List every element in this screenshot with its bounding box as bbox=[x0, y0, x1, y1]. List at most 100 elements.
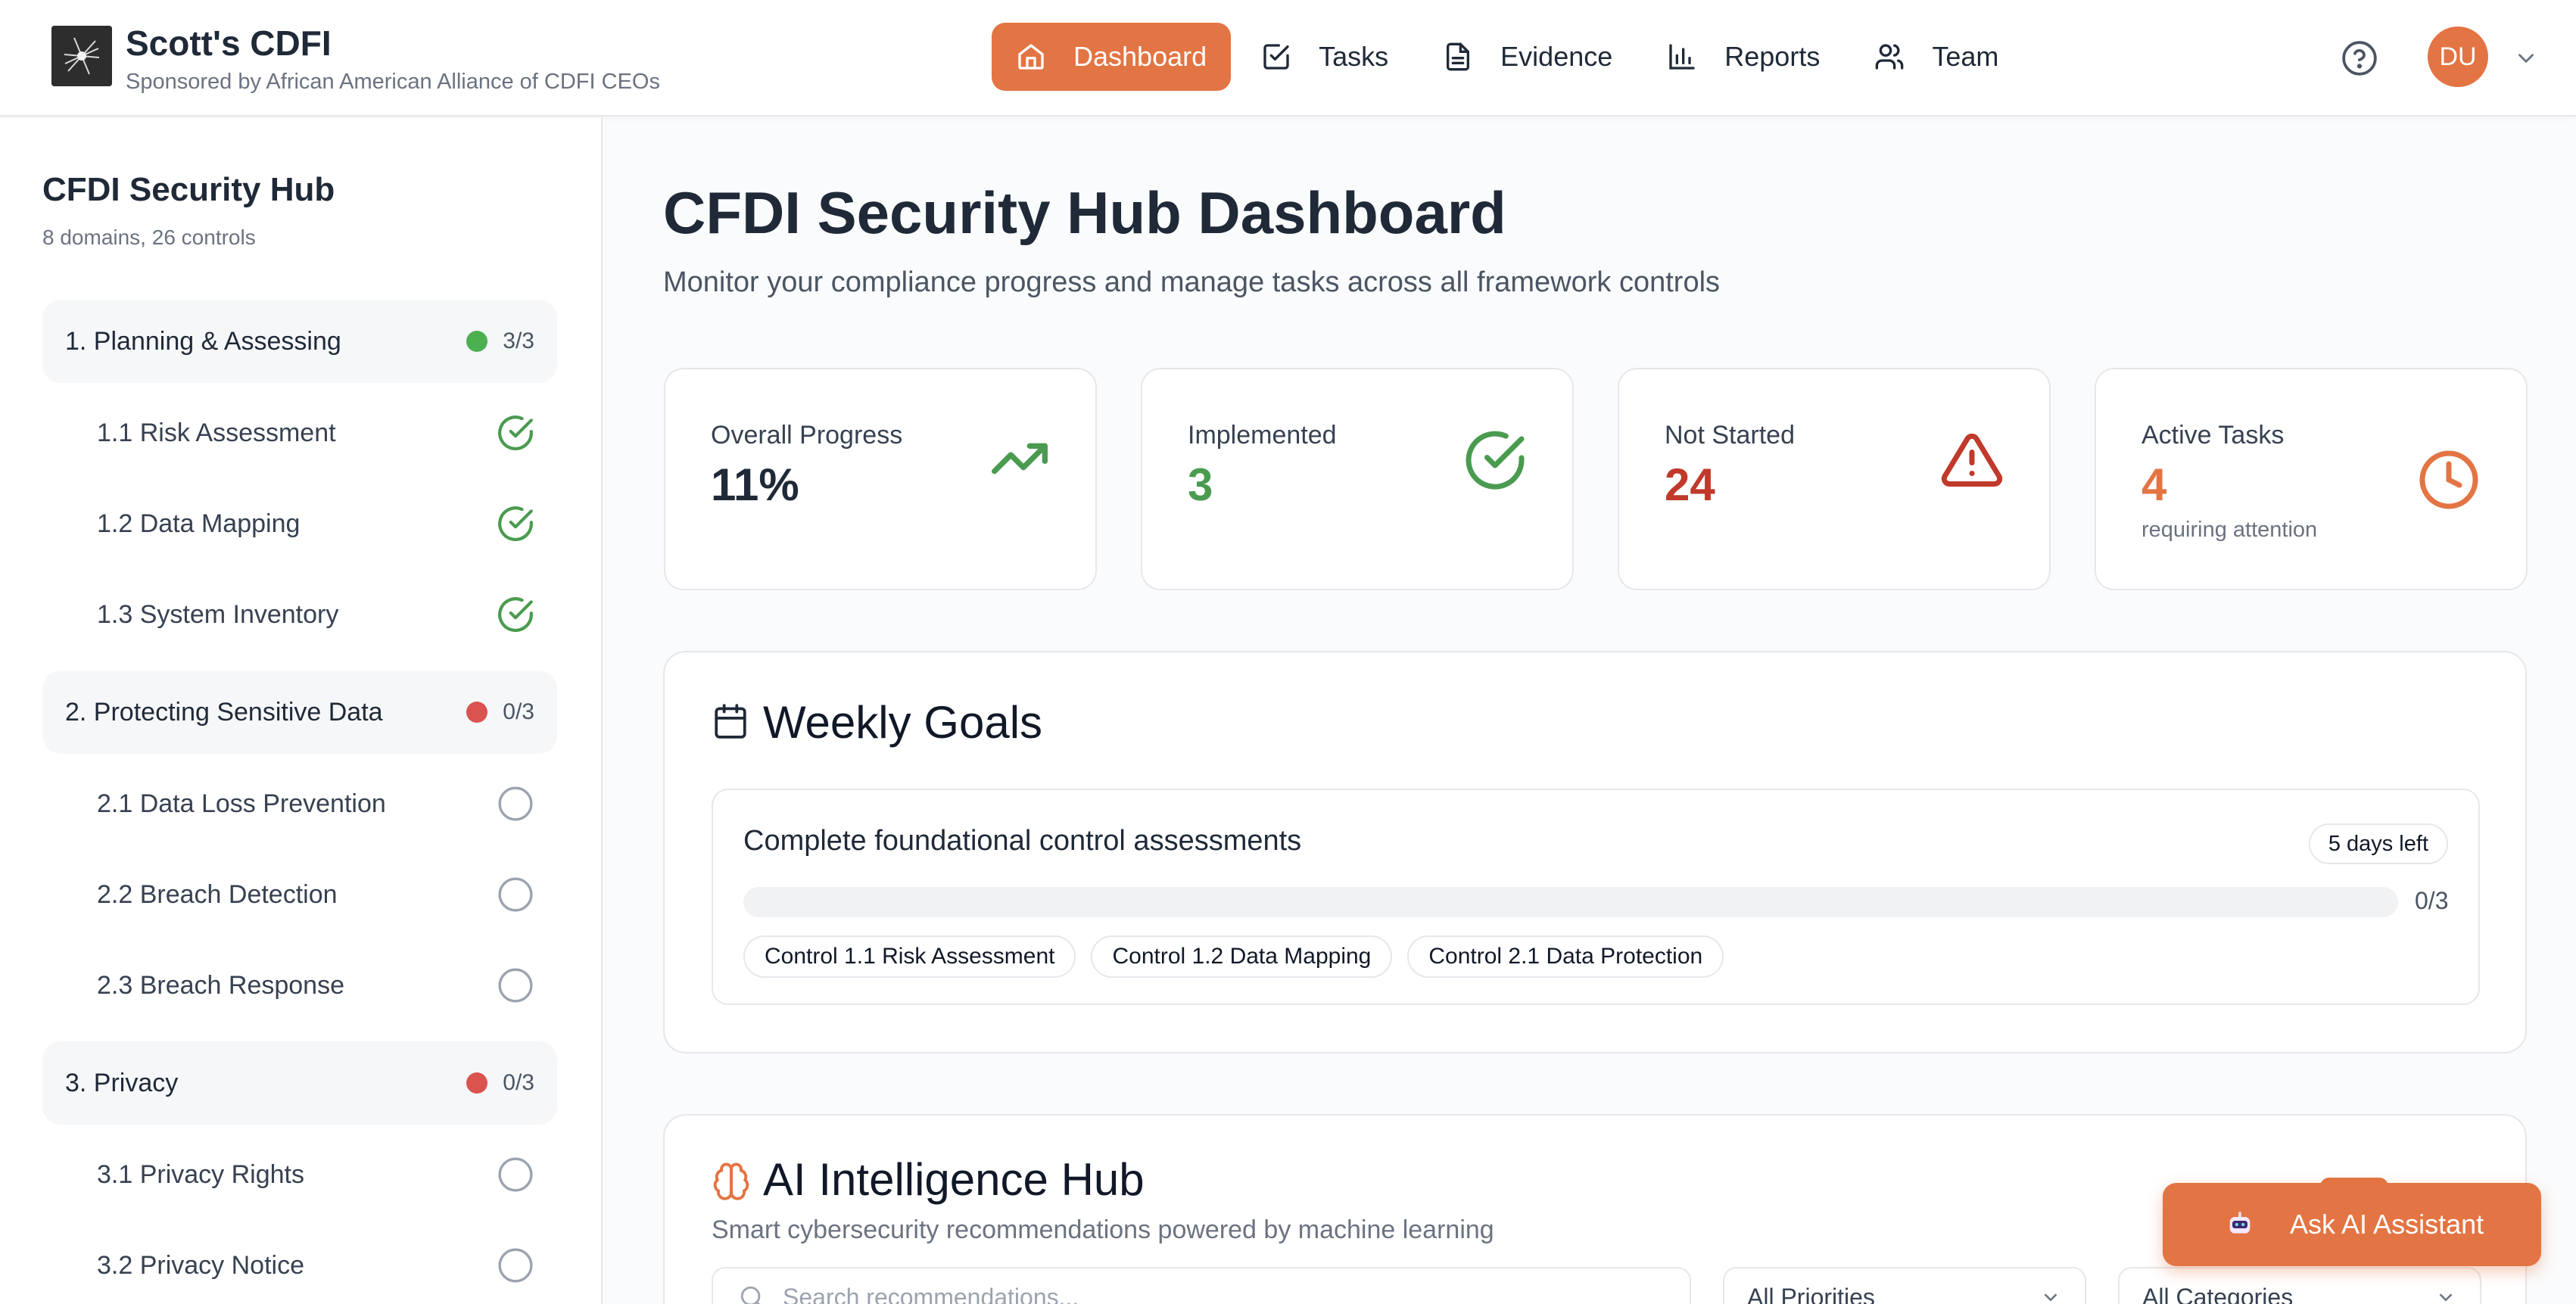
control-label: 1.3 System Inventory bbox=[97, 599, 339, 629]
control-tag[interactable]: Control 1.1 Risk Assessment bbox=[743, 935, 1076, 978]
priority-select[interactable]: All Priorities bbox=[1723, 1267, 2086, 1304]
status-dot bbox=[466, 331, 488, 352]
weekly-goals-card: Weekly Goals Complete foundational contr… bbox=[663, 651, 2527, 1053]
sidebar-control-breach-detection[interactable]: 2.2 Breach Detection bbox=[42, 864, 557, 925]
stat-card-overall-progress: Overall Progress 11% bbox=[664, 368, 1097, 590]
empty-circle-icon bbox=[498, 877, 533, 912]
nav-tasks-label: Tasks bbox=[1319, 41, 1389, 72]
sidebar-domain-privacy[interactable]: 3. Privacy 0/3 bbox=[42, 1041, 557, 1125]
brand-logo[interactable] bbox=[51, 26, 112, 86]
search-icon bbox=[740, 1286, 761, 1304]
goal-progress-bar bbox=[743, 887, 2398, 917]
domain-count: 0/3 bbox=[503, 1070, 534, 1095]
nav-tasks[interactable]: Tasks bbox=[1237, 23, 1413, 91]
stat-value: 4 bbox=[2141, 459, 2167, 510]
chevron-down-icon[interactable] bbox=[2513, 45, 2539, 71]
users-icon bbox=[1875, 44, 1904, 70]
ai-hub-title: AI Intelligence Hub bbox=[763, 1154, 1145, 1205]
control-label: 2.2 Breach Detection bbox=[97, 879, 338, 909]
stat-label: Active Tasks bbox=[2141, 421, 2285, 450]
ask-ai-assistant-label: Ask AI Assistant bbox=[2290, 1209, 2484, 1240]
stat-card-active-tasks: Active Tasks 4 requiring attention bbox=[2095, 368, 2528, 590]
nav-reports[interactable]: Reports bbox=[1643, 23, 1844, 91]
sidebar: CFDI Security Hub 8 domains, 26 controls… bbox=[0, 118, 603, 1304]
main-nav: Dashboard Tasks Evidence Reports Team bbox=[992, 23, 2029, 91]
page-subtitle: Monitor your compliance progress and man… bbox=[663, 266, 1721, 298]
control-tag[interactable]: Control 2.1 Data Protection bbox=[1407, 935, 1724, 978]
category-select-value: All Categories bbox=[2142, 1283, 2294, 1304]
check-circle-icon bbox=[498, 597, 533, 632]
control-label: 2.1 Data Loss Prevention bbox=[97, 789, 386, 818]
control-label: 2.3 Breach Response bbox=[97, 970, 344, 1000]
nav-dashboard[interactable]: Dashboard bbox=[992, 23, 1232, 91]
priority-select-value: All Priorities bbox=[1747, 1283, 1875, 1304]
check-circle-icon bbox=[1466, 431, 1525, 490]
sidebar-control-breach-response[interactable]: 2.3 Breach Response bbox=[42, 955, 557, 1016]
weekly-goals-title: Weekly Goals bbox=[763, 697, 1043, 748]
document-icon bbox=[1447, 42, 1470, 71]
trending-up-icon bbox=[992, 443, 1048, 475]
nav-evidence[interactable]: Evidence bbox=[1419, 23, 1637, 91]
stat-value: 24 bbox=[1665, 459, 1715, 510]
sidebar-control-data-mapping[interactable]: 1.2 Data Mapping bbox=[42, 493, 557, 554]
chevron-down-icon bbox=[2439, 1293, 2453, 1302]
nav-team-label: Team bbox=[1932, 41, 1999, 72]
control-label: 1.1 Risk Assessment bbox=[97, 418, 336, 447]
help-icon[interactable] bbox=[2341, 39, 2378, 77]
goal-title: Complete foundational control assessment… bbox=[743, 825, 1302, 857]
nav-evidence-label: Evidence bbox=[1500, 41, 1613, 72]
status-dot bbox=[466, 702, 488, 723]
days-left-badge: 5 days left bbox=[2308, 823, 2448, 864]
alert-triangle-icon bbox=[1941, 433, 2003, 487]
search-placeholder: Search recommendations... bbox=[783, 1283, 1079, 1304]
control-label: 1.2 Data Mapping bbox=[97, 509, 301, 538]
bar-chart-icon bbox=[1669, 44, 1695, 70]
control-label: 3.2 Privacy Notice bbox=[97, 1250, 304, 1280]
nav-dashboard-label: Dashboard bbox=[1073, 41, 1207, 72]
robot-icon bbox=[2229, 1212, 2250, 1234]
goal-tags: Control 1.1 Risk Assessment Control 1.2 … bbox=[743, 935, 1739, 978]
category-select[interactable]: All Categories bbox=[2118, 1267, 2481, 1304]
stat-value: 3 bbox=[1188, 459, 1213, 510]
stat-note: requiring attention bbox=[2141, 518, 2318, 542]
status-dot bbox=[466, 1072, 488, 1094]
domain-count: 0/3 bbox=[503, 699, 534, 724]
sidebar-control-data-loss-prevention[interactable]: 2.1 Data Loss Prevention bbox=[42, 773, 557, 834]
sidebar-domain-planning[interactable]: 1. Planning & Assessing 3/3 bbox=[42, 300, 557, 383]
brain-icon bbox=[713, 1162, 749, 1200]
control-tag[interactable]: Control 1.2 Data Mapping bbox=[1091, 935, 1393, 978]
user-avatar[interactable]: DU bbox=[2428, 26, 2488, 87]
check-circle-icon bbox=[498, 506, 533, 541]
top-header: Scott's CDFI Sponsored by African Americ… bbox=[0, 0, 2576, 117]
calendar-icon bbox=[715, 704, 746, 739]
ai-hub-subtitle: Smart cybersecurity recommendations powe… bbox=[712, 1215, 1494, 1244]
sidebar-control-system-inventory[interactable]: 1.3 System Inventory bbox=[42, 584, 557, 645]
ask-ai-assistant-button[interactable]: Ask AI Assistant bbox=[2163, 1183, 2541, 1266]
sidebar-control-privacy-notice[interactable]: 3.2 Privacy Notice bbox=[42, 1235, 557, 1296]
goal-count: 0/3 bbox=[2415, 887, 2449, 914]
stat-label: Implemented bbox=[1188, 421, 1337, 450]
sidebar-control-privacy-rights[interactable]: 3.1 Privacy Rights bbox=[42, 1144, 557, 1205]
domain-label: 2. Protecting Sensitive Data bbox=[65, 697, 383, 727]
empty-circle-icon bbox=[498, 968, 533, 1003]
sidebar-domain-protecting-data[interactable]: 2. Protecting Sensitive Data 0/3 bbox=[42, 671, 557, 754]
sidebar-subtitle: 8 domains, 26 controls bbox=[42, 226, 256, 249]
page-title: CFDI Security Hub Dashboard bbox=[663, 179, 1506, 246]
nav-team[interactable]: Team bbox=[1850, 23, 2023, 91]
checkbox-icon bbox=[1263, 44, 1289, 70]
domain-count: 3/3 bbox=[503, 328, 534, 353]
stat-card-implemented: Implemented 3 bbox=[1141, 368, 1574, 590]
check-circle-icon bbox=[498, 415, 533, 450]
domain-label: 1. Planning & Assessing bbox=[65, 326, 341, 356]
sidebar-title: CFDI Security Hub bbox=[42, 171, 335, 208]
empty-circle-icon bbox=[498, 1157, 533, 1192]
stat-card-not-started: Not Started 24 bbox=[1618, 368, 2051, 590]
home-icon bbox=[1018, 44, 1044, 70]
recommendation-search-input[interactable]: Search recommendations... bbox=[712, 1267, 1691, 1304]
goal-item[interactable]: Complete foundational control assessment… bbox=[712, 789, 2480, 1005]
control-label: 3.1 Privacy Rights bbox=[97, 1159, 304, 1189]
stat-value: 11% bbox=[711, 459, 799, 510]
brand-title: Scott's CDFI bbox=[126, 23, 332, 63]
sidebar-control-risk-assessment[interactable]: 1.1 Risk Assessment bbox=[42, 403, 557, 463]
domain-label: 3. Privacy bbox=[65, 1068, 179, 1097]
